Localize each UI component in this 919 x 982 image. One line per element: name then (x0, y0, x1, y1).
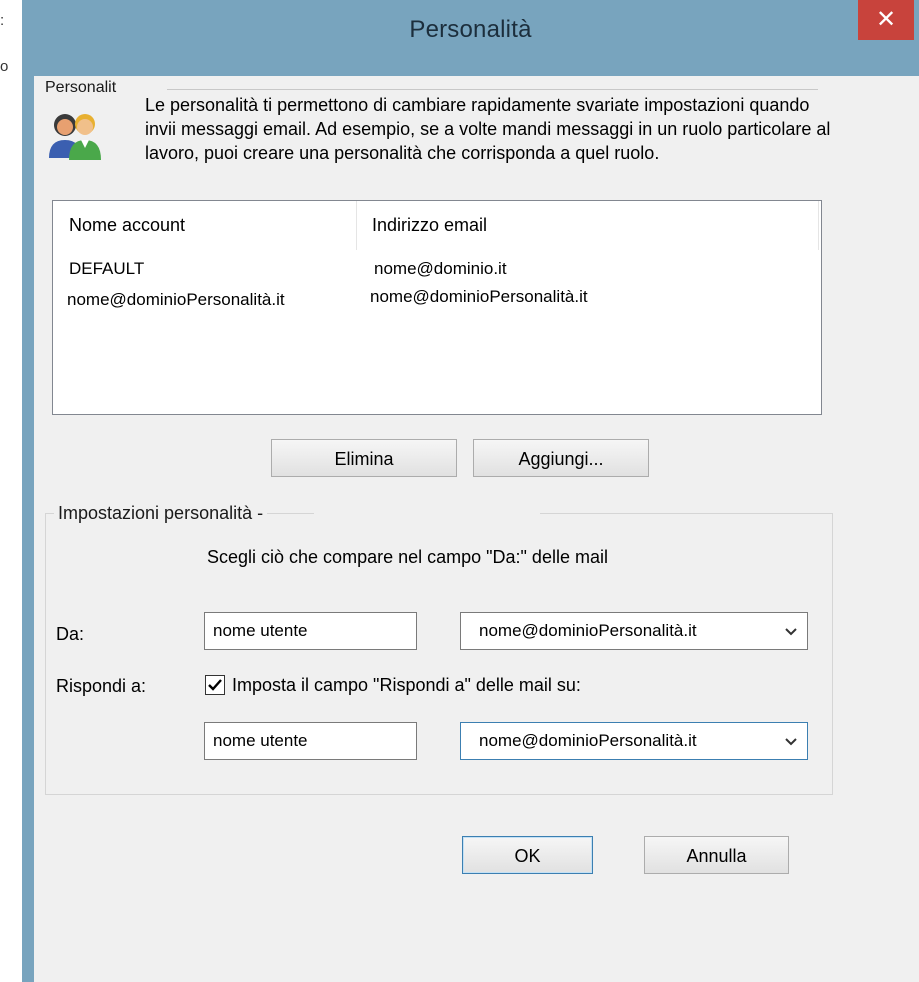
window-title: Personalità (409, 16, 532, 43)
checkmark-icon (208, 679, 222, 691)
from-instruction: Scegli ciò che compare nel campo "Da:" d… (207, 547, 608, 567)
column-header-account-name[interactable]: Nome account (69, 215, 185, 236)
personality-description: Le personalità ti permettono di cambiare… (145, 95, 831, 163)
from-email-select[interactable]: nome@dominioPersonalità.it (460, 612, 808, 650)
reply-to-label: Rispondi a: (56, 676, 147, 696)
from-label: Da: (56, 624, 85, 644)
column-header-email[interactable]: Indirizzo email (372, 215, 487, 236)
ok-button[interactable]: OK (462, 836, 593, 874)
column-divider[interactable] (356, 201, 357, 250)
close-button[interactable]: ✕ (858, 0, 914, 40)
accounts-list[interactable]: Nome account Indirizzo email DEFAULT nom… (52, 200, 822, 415)
background-text: o (0, 58, 9, 75)
settings-group-label: Impostazioni personalità - (54, 503, 268, 524)
reply-to-checkbox[interactable] (205, 675, 225, 695)
from-name-input[interactable]: nome utente (204, 612, 417, 650)
chevron-down-icon[interactable] (783, 613, 799, 649)
chevron-down-icon[interactable] (783, 723, 799, 759)
cancel-button[interactable]: Annulla (644, 836, 789, 874)
reply-to-email-select[interactable]: nome@dominioPersonalità.it (460, 722, 808, 760)
reply-to-email-value: nome@dominioPersonalità.it (479, 731, 697, 750)
add-button[interactable]: Aggiungi... (473, 439, 649, 477)
column-divider[interactable] (818, 201, 819, 250)
delete-button[interactable]: Elimina (271, 439, 457, 477)
people-icon (49, 114, 101, 160)
group-border-gap (314, 508, 540, 518)
list-header: Nome account Indirizzo email (53, 201, 821, 250)
account-name-cell: DEFAULT (69, 259, 145, 278)
background-text: : (0, 12, 5, 29)
from-email-value: nome@dominioPersonalità.it (479, 621, 697, 640)
personality-dialog: Personalità ✕ Personalit Le personalità … (22, 0, 919, 982)
background-window: : o (0, 0, 22, 982)
close-icon: ✕ (875, 6, 897, 33)
account-email-cell: nome@dominioPersonalità.it (370, 287, 588, 306)
account-name-cell: nome@dominioPersonalità.it (67, 290, 285, 309)
reply-to-checkbox-label[interactable]: Imposta il campo "Rispondi a" delle mail… (232, 675, 581, 696)
title-bar[interactable]: Personalità ✕ (22, 0, 919, 76)
dialog-body: Personalit Le personalità ti permettono … (34, 76, 919, 982)
group-divider (167, 89, 818, 90)
personality-group-label: Personalit (45, 79, 117, 96)
account-email-cell: nome@dominio.it (374, 259, 507, 278)
reply-to-name-input[interactable]: nome utente (204, 722, 417, 760)
